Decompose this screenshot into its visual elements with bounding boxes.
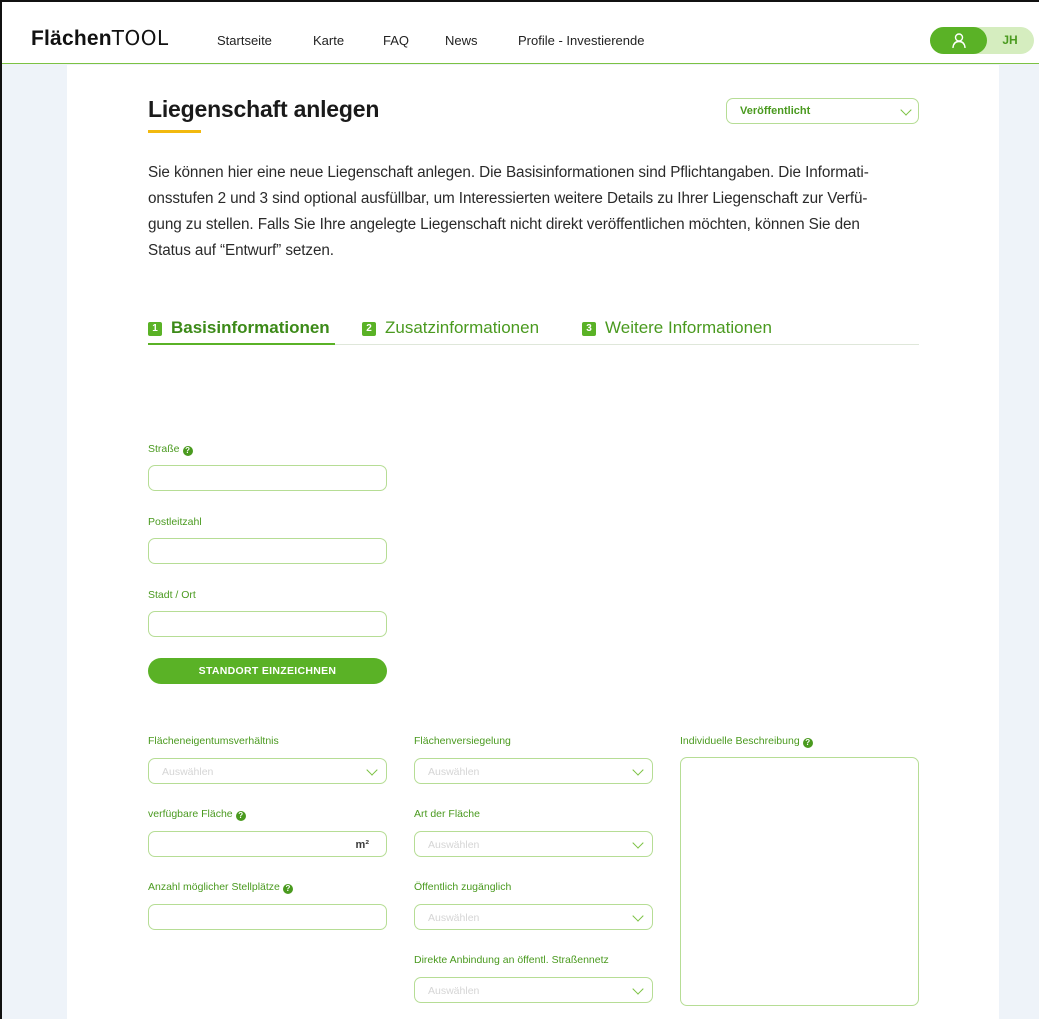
eigentum-select[interactable]: Auswählen xyxy=(148,758,387,784)
logo-light-text: TOOL xyxy=(111,26,169,50)
select-placeholder: Auswählen xyxy=(428,839,480,851)
ort-input[interactable] xyxy=(148,611,387,637)
tab-number-badge: 3 xyxy=(582,322,596,336)
active-tab-indicator xyxy=(148,343,335,345)
help-icon[interactable]: ? xyxy=(802,738,813,748)
eigentum-label: Flächeneigentumsverhältnis xyxy=(148,735,279,747)
nav-profile-investierende[interactable]: Profile - Investierende xyxy=(518,33,644,48)
intro-line: Status auf “Entwurf” setzen. xyxy=(148,242,334,259)
top-header: FlächenTOOL Startseite Karte FAQ News Pr… xyxy=(2,2,1039,64)
tab-basisinformationen[interactable]: 1 Basisinformationen xyxy=(148,318,330,340)
nav-news[interactable]: News xyxy=(445,33,478,48)
status-select[interactable]: Veröffentlicht xyxy=(726,98,919,124)
help-icon[interactable]: ? xyxy=(182,446,193,456)
nav-startseite[interactable]: Startseite xyxy=(217,33,272,48)
intro-line: gung zu stellen. Falls Sie Ihre angelegt… xyxy=(148,216,860,233)
chevron-down-icon xyxy=(632,983,644,995)
oeffentlich-select[interactable]: Auswählen xyxy=(414,904,653,930)
tab-number-badge: 2 xyxy=(362,322,376,336)
nav-karte[interactable]: Karte xyxy=(313,33,344,48)
chevron-down-icon xyxy=(632,764,644,776)
beschreibung-textarea[interactable] xyxy=(680,757,919,1006)
nav-faq[interactable]: FAQ xyxy=(383,33,409,48)
plz-label: Postleitzahl xyxy=(148,516,202,528)
stellplaetze-label: Anzahl möglicher Stellplätze? xyxy=(148,881,293,894)
oeffentlich-label: Öffentlich zugänglich xyxy=(414,881,512,893)
intro-line: onsstufen 2 und 3 sind optional ausfüllb… xyxy=(148,190,868,207)
anbindung-select[interactable]: Auswählen xyxy=(414,977,653,1003)
tab-number-badge: 1 xyxy=(148,322,162,336)
intro-text: Sie können hier eine neue Liegenschaft a… xyxy=(148,160,920,264)
tab-label: Weitere Informationen xyxy=(605,318,772,337)
versiegelung-select[interactable]: Auswählen xyxy=(414,758,653,784)
intro-line: Sie können hier eine neue Liegenschaft a… xyxy=(148,164,869,181)
chevron-down-icon xyxy=(632,910,644,922)
anbindung-label: Direkte Anbindung an öffentl. Straßennet… xyxy=(414,954,609,966)
page-title: Liegenschaft anlegen xyxy=(148,96,380,122)
flaeche-input[interactable]: m² xyxy=(148,831,387,857)
tab-label: Zusatzinformationen xyxy=(385,318,540,337)
title-underline xyxy=(148,130,201,133)
tab-zusatzinformationen[interactable]: 2 Zusatzinformationen xyxy=(362,318,539,340)
label-text: Straße xyxy=(148,443,180,455)
chevron-down-icon xyxy=(366,764,378,776)
status-select-value: Veröffentlicht xyxy=(740,105,811,117)
select-placeholder: Auswählen xyxy=(428,766,480,778)
help-icon[interactable]: ? xyxy=(235,811,246,821)
user-icon xyxy=(951,33,966,48)
help-icon[interactable]: ? xyxy=(282,884,293,894)
chevron-down-icon xyxy=(632,837,644,849)
user-initials[interactable]: JH xyxy=(992,33,1028,47)
unit-label: m² xyxy=(355,839,369,851)
ort-label: Stadt / Ort xyxy=(148,589,196,601)
select-placeholder: Auswählen xyxy=(428,912,480,924)
flaeche-label: verfügbare Fläche? xyxy=(148,808,246,821)
versiegelung-label: Flächenversiegelung xyxy=(414,735,511,747)
plz-input[interactable] xyxy=(148,538,387,564)
strasse-input[interactable] xyxy=(148,465,387,491)
label-text: verfügbare Fläche xyxy=(148,808,233,820)
label-text: Anzahl möglicher Stellplätze xyxy=(148,881,280,893)
art-label: Art der Fläche xyxy=(414,808,480,820)
standort-einzeichnen-button[interactable]: STANDORT EINZEICHNEN xyxy=(148,658,387,684)
user-menu[interactable]: JH xyxy=(930,27,1034,54)
stellplaetze-input[interactable] xyxy=(148,904,387,930)
user-profile-button[interactable] xyxy=(930,27,987,54)
tab-weitere-informationen[interactable]: 3 Weitere Informationen xyxy=(582,318,772,340)
select-placeholder: Auswählen xyxy=(162,766,214,778)
select-placeholder: Auswählen xyxy=(428,985,480,997)
beschreibung-label: Individuelle Beschreibung? xyxy=(680,735,813,748)
tab-label: Basisinformationen xyxy=(171,318,330,337)
strasse-label: Straße? xyxy=(148,443,193,456)
label-text: Individuelle Beschreibung xyxy=(680,735,800,747)
logo[interactable]: FlächenTOOL xyxy=(31,26,169,51)
art-select[interactable]: Auswählen xyxy=(414,831,653,857)
app-window: FlächenTOOL Startseite Karte FAQ News Pr… xyxy=(0,0,1039,1019)
chevron-down-icon xyxy=(900,104,912,116)
logo-bold-text: Flächen xyxy=(31,27,112,50)
